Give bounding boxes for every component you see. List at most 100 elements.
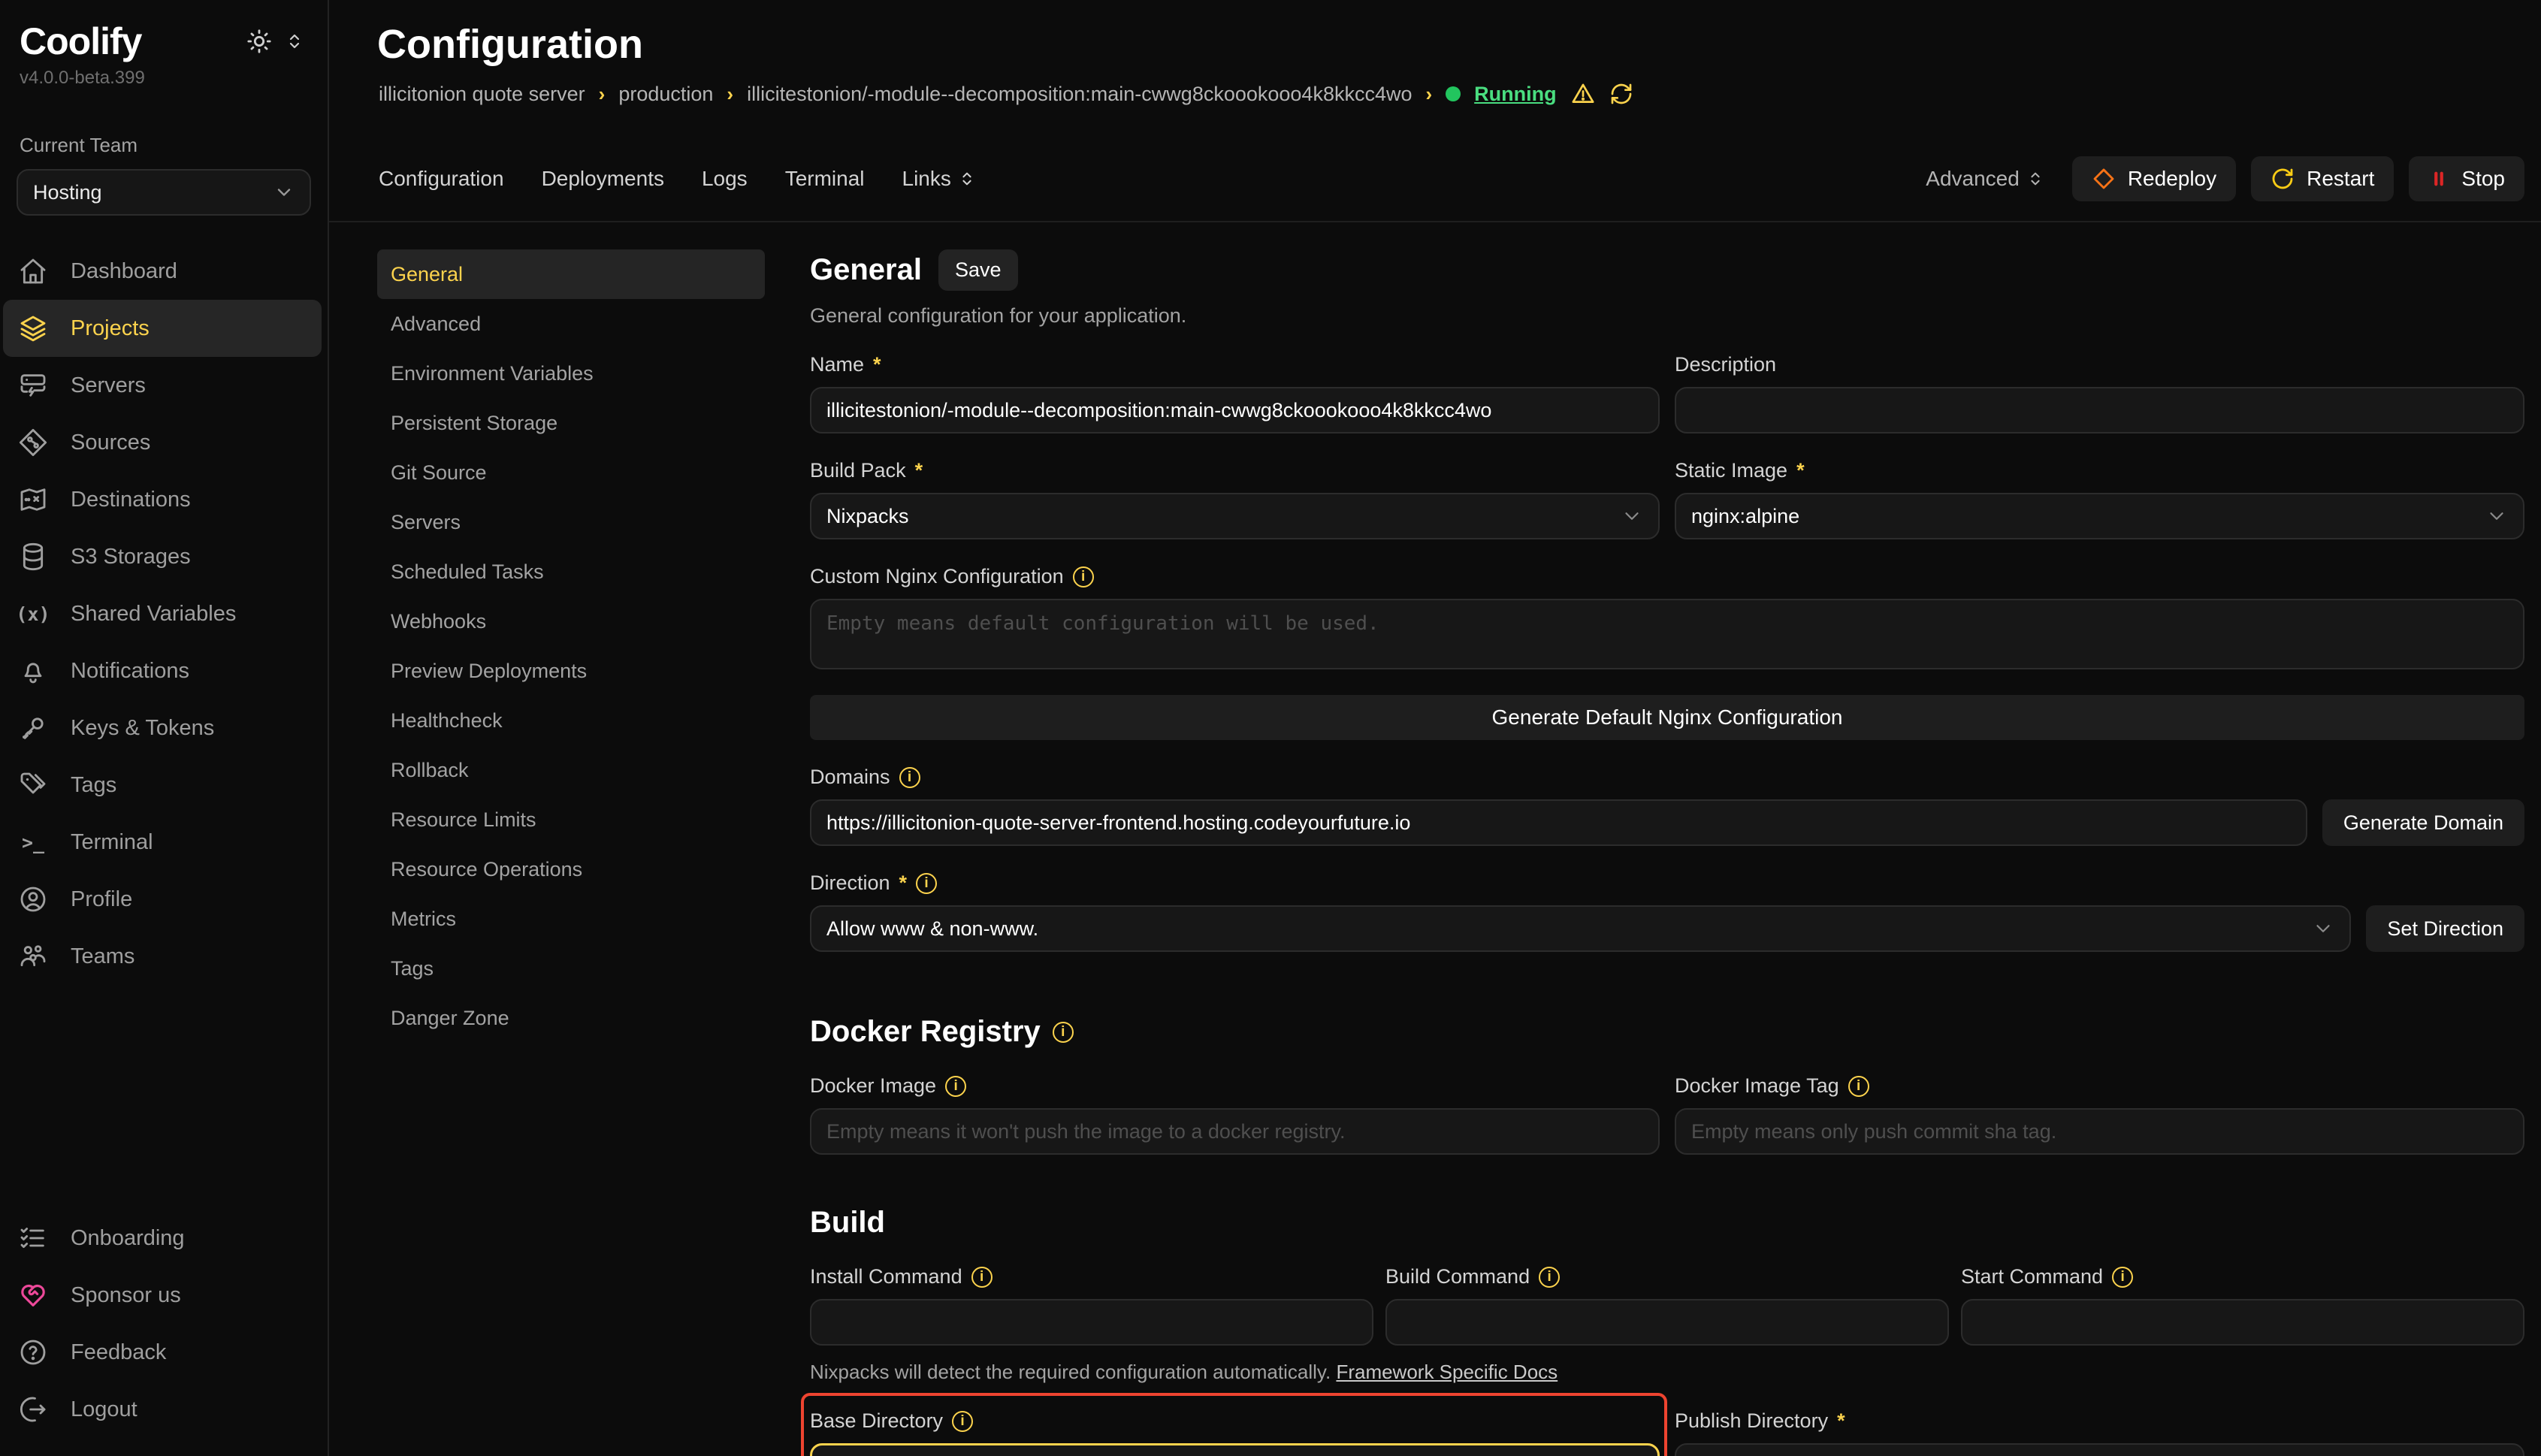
sidebar-item-s3-storages[interactable]: S3 Storages — [0, 528, 328, 585]
static-image-select[interactable]: nginx:alpine — [1675, 493, 2524, 539]
subnav-servers[interactable]: Servers — [377, 497, 765, 547]
info-icon[interactable]: i — [952, 1411, 973, 1432]
tab-deployments[interactable]: Deployments — [542, 167, 664, 191]
terminal-icon: >_ — [18, 827, 48, 857]
sidebar-item-profile[interactable]: Profile — [0, 871, 328, 928]
subnav-scheduled-tasks[interactable]: Scheduled Tasks — [377, 547, 765, 597]
info-icon[interactable]: i — [2112, 1267, 2133, 1288]
subnav-persistent-storage[interactable]: Persistent Storage — [377, 398, 765, 448]
domains-input[interactable] — [810, 799, 2307, 846]
sidebar-item-keys-tokens[interactable]: Keys & Tokens — [0, 699, 328, 757]
subnav-advanced[interactable]: Advanced — [377, 299, 765, 349]
description-input[interactable] — [1675, 387, 2524, 433]
sidebar-item-logout[interactable]: Logout — [0, 1381, 328, 1438]
theme-sun-icon[interactable] — [246, 29, 272, 54]
subnav-webhooks[interactable]: Webhooks — [377, 597, 765, 646]
subnav-metrics[interactable]: Metrics — [377, 894, 765, 944]
git-source-icon — [18, 427, 48, 458]
breadcrumb-environment[interactable]: production — [618, 83, 713, 106]
sidebar-item-label: Shared Variables — [71, 602, 236, 627]
subnav-git-source[interactable]: Git Source — [377, 448, 765, 497]
chevrons-updown-icon — [959, 169, 975, 189]
framework-docs-link[interactable]: Framework Specific Docs — [1336, 1361, 1558, 1383]
static-image-value: nginx:alpine — [1691, 505, 1799, 528]
subnav-environment-variables[interactable]: Environment Variables — [377, 349, 765, 398]
install-command-input[interactable] — [810, 1299, 1373, 1346]
sidebar-item-sponsor[interactable]: Sponsor us — [0, 1267, 328, 1324]
refresh-icon[interactable] — [1609, 82, 1633, 106]
build-pack-select[interactable]: Nixpacks — [810, 493, 1660, 539]
sidebar-item-sources[interactable]: Sources — [0, 414, 328, 471]
redeploy-button[interactable]: Redeploy — [2072, 156, 2236, 201]
info-icon[interactable]: i — [1848, 1076, 1869, 1097]
publish-directory-input[interactable] — [1675, 1443, 2524, 1456]
tab-configuration[interactable]: Configuration — [379, 167, 504, 191]
info-icon[interactable]: i — [1073, 566, 1094, 588]
team-select[interactable]: Hosting — [17, 169, 311, 216]
subnav-resource-operations[interactable]: Resource Operations — [377, 844, 765, 894]
sidebar-item-notifications[interactable]: Notifications — [0, 642, 328, 699]
restart-button[interactable]: Restart — [2251, 156, 2394, 201]
docker-image-tag-input[interactable] — [1675, 1108, 2524, 1155]
sidebar-item-onboarding[interactable]: Onboarding — [0, 1210, 328, 1267]
app-logo: Coolify — [20, 20, 141, 63]
sidebar-footer-nav: Onboarding Sponsor us Feedback Logout — [0, 1210, 328, 1456]
custom-nginx-textarea[interactable] — [810, 599, 2524, 669]
build-command-input[interactable] — [1385, 1299, 1949, 1346]
info-icon[interactable]: i — [1053, 1022, 1074, 1043]
subnav-healthcheck[interactable]: Healthcheck — [377, 696, 765, 745]
info-icon[interactable]: i — [971, 1267, 993, 1288]
section-title-build: Build — [810, 1206, 885, 1240]
subnav-preview-deployments[interactable]: Preview Deployments — [377, 646, 765, 696]
info-icon[interactable]: i — [1539, 1267, 1560, 1288]
page-title: Configuration — [377, 21, 2541, 68]
info-icon[interactable]: i — [916, 873, 937, 894]
generate-domain-button[interactable]: Generate Domain — [2322, 799, 2524, 846]
start-command-input[interactable] — [1961, 1299, 2524, 1346]
subnav-tags[interactable]: Tags — [377, 944, 765, 993]
stop-icon — [2428, 168, 2449, 190]
subnav-resource-limits[interactable]: Resource Limits — [377, 795, 765, 844]
info-icon[interactable]: i — [945, 1076, 966, 1097]
breadcrumb-project[interactable]: illicitonion quote server — [379, 83, 585, 106]
braces-x-icon: (x) — [18, 599, 48, 629]
tab-links[interactable]: Links — [902, 167, 975, 191]
publish-directory-label: Publish Directory* — [1675, 1409, 2524, 1433]
sidebar-item-terminal[interactable]: >_ Terminal — [0, 814, 328, 871]
main-area: Configuration illicitonion quote server … — [329, 0, 2541, 1456]
info-icon[interactable]: i — [899, 767, 920, 788]
sidebar-item-label: Tags — [71, 773, 116, 798]
subnav-general[interactable]: General — [377, 249, 765, 299]
sidebar-item-shared-variables[interactable]: (x) Shared Variables — [0, 585, 328, 642]
sidebar-item-tags[interactable]: Tags — [0, 757, 328, 814]
subnav-rollback[interactable]: Rollback — [377, 745, 765, 795]
sidebar-item-dashboard[interactable]: Dashboard — [0, 243, 328, 300]
chevrons-updown-icon — [2027, 169, 2044, 189]
name-input[interactable] — [810, 387, 1660, 433]
generate-nginx-button[interactable]: Generate Default Nginx Configuration — [810, 695, 2524, 740]
status-dot — [1446, 86, 1461, 101]
heart-handshake-icon — [18, 1280, 48, 1310]
sidebar-item-label: S3 Storages — [71, 545, 191, 569]
section-title-docker-registry: Docker Registry — [810, 1015, 1041, 1049]
stop-button[interactable]: Stop — [2409, 156, 2524, 201]
database-icon — [18, 542, 48, 572]
direction-select[interactable]: Allow www & non-www. — [810, 905, 2351, 952]
sidebar-item-projects[interactable]: Projects — [3, 300, 322, 357]
subnav-danger-zone[interactable]: Danger Zone — [377, 993, 765, 1043]
sidebar-item-teams[interactable]: Teams — [0, 928, 328, 985]
sidebar-item-servers[interactable]: Servers — [0, 357, 328, 414]
sidebar-item-feedback[interactable]: Feedback — [0, 1324, 328, 1381]
sidebar-item-destinations[interactable]: Destinations — [0, 471, 328, 528]
breadcrumb-application[interactable]: illicitestonion/-module--decomposition:m… — [747, 83, 1412, 106]
tab-logs[interactable]: Logs — [702, 167, 748, 191]
advanced-dropdown[interactable]: Advanced — [1926, 167, 2044, 191]
theme-switcher-chevrons-icon[interactable] — [286, 31, 304, 52]
base-directory-input[interactable] — [810, 1443, 1660, 1456]
set-direction-button[interactable]: Set Direction — [2366, 905, 2524, 952]
status-badge[interactable]: Running — [1474, 83, 1556, 106]
docker-image-input[interactable] — [810, 1108, 1660, 1155]
warning-icon[interactable] — [1570, 81, 1596, 107]
tab-terminal[interactable]: Terminal — [785, 167, 865, 191]
save-button[interactable]: Save — [938, 249, 1018, 291]
